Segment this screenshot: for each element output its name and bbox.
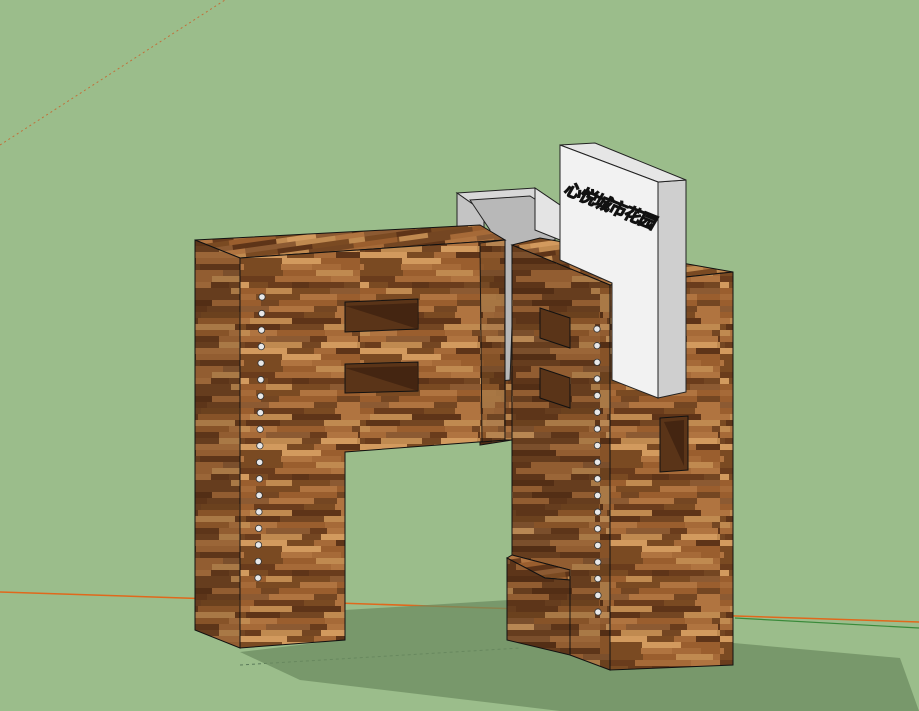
hole-dot — [593, 491, 602, 500]
hole-dot — [257, 342, 265, 351]
hole-dot — [255, 508, 263, 516]
hole-dot — [593, 375, 601, 383]
hole-dot — [593, 458, 602, 466]
hole-dot — [593, 475, 602, 483]
hole-dot — [256, 409, 264, 417]
hole-dot — [594, 575, 602, 583]
model-canvas[interactable]: 心悦城市花园 — [0, 0, 919, 711]
hole-dot — [254, 574, 262, 582]
hole-dot — [593, 358, 601, 366]
hole-dot — [255, 524, 263, 533]
hole-dot — [594, 558, 602, 566]
hole-dot — [256, 425, 264, 433]
hole-dot — [254, 541, 263, 549]
blue-axis-dashed — [0, 0, 226, 146]
hole-dot — [258, 309, 266, 318]
hole-dot — [255, 491, 263, 499]
hole-dot — [257, 376, 265, 384]
hole-dot — [593, 325, 601, 333]
hole-dot — [594, 591, 602, 599]
hole-dot — [594, 541, 602, 550]
hole-dot — [257, 326, 266, 334]
hole-dot — [593, 425, 601, 433]
hole-dot — [257, 359, 265, 367]
hole-dot — [594, 525, 602, 533]
hole-dot — [593, 342, 601, 350]
hole-dot — [254, 557, 262, 566]
hole-dot — [256, 442, 264, 450]
hole-dot — [258, 293, 266, 301]
hole-dot — [593, 408, 601, 416]
hole-dot — [594, 508, 602, 516]
left-block-front-right-strip — [479, 239, 506, 443]
sketchup-viewport[interactable]: 心悦城市花园 — [0, 0, 919, 711]
hole-dot — [593, 441, 602, 450]
hole-dot — [256, 458, 264, 466]
hole-dot — [255, 475, 264, 483]
hole-dot — [256, 392, 265, 400]
left-block-side — [194, 239, 241, 649]
hole-dot — [593, 391, 601, 400]
sign-side — [657, 179, 687, 399]
hole-dot — [594, 608, 602, 616]
